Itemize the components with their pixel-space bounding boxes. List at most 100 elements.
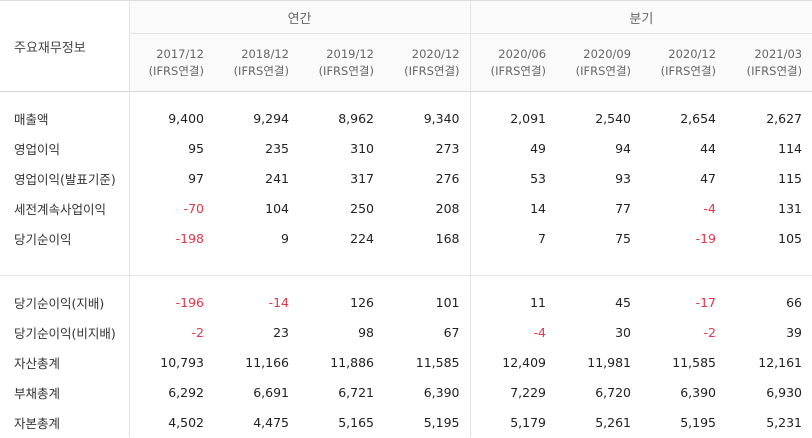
table-cell: 6,720 — [595, 384, 631, 400]
table-cell: 8,962 — [338, 110, 374, 126]
table-cell: 276 — [384, 163, 471, 193]
table-cell: 114 — [778, 140, 802, 156]
row-label: 당기순이익(지배) — [0, 287, 130, 317]
table-cell: 6,691 — [253, 384, 289, 400]
row-label: 부채총계 — [0, 377, 130, 407]
table-cell: 11,886 — [330, 354, 374, 370]
table-row: 매출액 9,400 9,294 8,962 9,340 2,091 2,540 2,654 2,… — [0, 103, 812, 133]
section-label: 주요재무정보 — [0, 0, 130, 92]
table-row: 부채총계 6,292 6,691 6,721 6,390 7,229 6,720 6,390 6… — [0, 377, 812, 407]
period-basis: (IFRS연결) — [233, 63, 289, 78]
period-date: 2017/12 — [156, 46, 204, 61]
table-cell: 7 — [538, 230, 546, 246]
table-cell: 4,502 — [168, 414, 204, 430]
table-cell: -70 — [183, 200, 204, 216]
table-cell: 5,261 — [595, 414, 631, 430]
table-cell: 14 — [530, 200, 546, 216]
table-cell: 77 — [615, 200, 631, 216]
row-label: 영업이익 — [0, 133, 130, 163]
period-header: 2020/12 (IFRS연결) — [641, 33, 727, 92]
table-cell: 115 — [778, 170, 802, 186]
table-cell: 75 — [615, 230, 631, 246]
table-header: 주요재무정보 연간 분기 2017/12 (IFRS연결) 2018/12 (IFRS… — [0, 0, 812, 92]
period-date: 2019/12 — [326, 46, 374, 61]
table-cell: 44 — [700, 140, 716, 156]
table-cell: 9,340 — [384, 103, 471, 133]
table-cell: 9,294 — [253, 110, 289, 126]
period-basis: (IFRS연결) — [404, 63, 460, 78]
table-cell: 11,166 — [245, 354, 289, 370]
table-cell: 10,793 — [160, 354, 204, 370]
period-date: 2018/12 — [241, 46, 289, 61]
table-cell: 49 — [530, 140, 546, 156]
table-cell: 5,195 — [680, 414, 716, 430]
table-cell: 12,409 — [502, 354, 546, 370]
table-body: 매출액 9,400 9,294 8,962 9,340 2,091 2,540 2,654 2,… — [0, 92, 812, 437]
table-cell: -4 — [703, 200, 716, 216]
table-cell: 101 — [384, 287, 471, 317]
row-label: 당기순이익(비지배) — [0, 317, 130, 347]
period-date: 2020/12 — [668, 46, 717, 61]
financial-summary-table: 주요재무정보 연간 분기 2017/12 (IFRS연결) 2018/12 (IFRS… — [0, 0, 812, 438]
table-cell: -198 — [175, 230, 204, 246]
period-header: 2020/06 (IFRS연결) — [470, 33, 557, 92]
table-cell: 126 — [350, 294, 374, 310]
table-row: 세전계속사업이익 -70 104 250 208 14 77 -4 131 — [0, 193, 812, 223]
table-cell: 9 — [281, 230, 289, 246]
row-label: 매출액 — [0, 103, 130, 133]
period-header: 2021/03 (IFRS연결) — [726, 33, 812, 92]
table-row: 당기순이익(비지배) -2 23 98 67 -4 30 -2 39 — [0, 317, 812, 347]
period-basis: (IFRS연결) — [318, 63, 374, 78]
table-cell: 11,981 — [587, 354, 631, 370]
quarterly-group-header: 분기 — [470, 0, 812, 34]
period-header: 2020/09 (IFRS연결) — [556, 33, 642, 92]
table-cell: 95 — [188, 140, 204, 156]
table-cell: 45 — [615, 294, 631, 310]
table-cell: 241 — [265, 170, 289, 186]
table-row: 자산총계 10,793 11,166 11,886 11,585 12,409 11,981… — [0, 347, 812, 377]
table-cell: 6,390 — [384, 377, 471, 407]
period-date: 2021/03 — [754, 46, 803, 61]
period-basis: (IFRS연결) — [575, 63, 632, 78]
table-cell: 235 — [265, 140, 289, 156]
table-cell: 12,161 — [758, 354, 802, 370]
period-date: 2020/06 — [498, 46, 547, 61]
table-cell: 5,195 — [384, 407, 471, 437]
table-cell: -14 — [268, 294, 289, 310]
table-cell: 224 — [350, 230, 374, 246]
period-basis: (IFRS연결) — [148, 63, 204, 78]
table-cell: 67 — [384, 317, 471, 347]
period-date: 2020/09 — [583, 46, 632, 61]
table-cell: -4 — [533, 324, 546, 340]
table-cell: 97 — [188, 170, 204, 186]
table-cell: 6,930 — [766, 384, 802, 400]
table-row: 당기순이익 -198 9 224 168 7 75 -19 105 — [0, 223, 812, 253]
row-label: 영업이익(발표기준) — [0, 163, 130, 193]
table-cell: 5,165 — [338, 414, 374, 430]
table-cell: 273 — [384, 133, 471, 163]
table-cell: 168 — [384, 223, 471, 253]
table-cell: 2,654 — [680, 110, 716, 126]
table-cell: 93 — [615, 170, 631, 186]
table-cell: 208 — [384, 193, 471, 223]
table-cell: 30 — [615, 324, 631, 340]
period-basis: (IFRS연결) — [746, 63, 803, 78]
table-cell: 98 — [358, 324, 374, 340]
row-label: 자산총계 — [0, 347, 130, 377]
period-basis: (IFRS연결) — [660, 63, 717, 78]
period-header: 2020/12 (IFRS연결) — [384, 33, 471, 92]
table-cell: 4,475 — [253, 414, 289, 430]
period-header: 2017/12 (IFRS연결) — [129, 33, 214, 92]
table-cell: 105 — [778, 230, 802, 246]
table-cell: 11,585 — [672, 354, 716, 370]
table-cell: 39 — [786, 324, 802, 340]
table-cell: 6,292 — [168, 384, 204, 400]
table-cell: 104 — [265, 200, 289, 216]
table-cell: 310 — [350, 140, 374, 156]
table-cell: -196 — [175, 294, 204, 310]
table-cell: -19 — [695, 230, 716, 246]
row-label: 당기순이익 — [0, 223, 130, 253]
table-cell: 9,400 — [168, 110, 204, 126]
period-header: 2018/12 (IFRS연결) — [214, 33, 299, 92]
table-cell: -2 — [703, 324, 716, 340]
